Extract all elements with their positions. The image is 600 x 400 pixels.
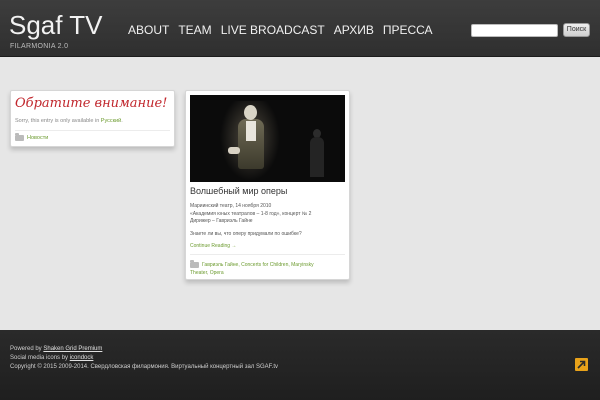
tag-links[interactable]: Theater, Opera [190, 269, 345, 277]
notice-text-end: . [121, 118, 123, 124]
theme-link[interactable]: Shaken Grid Premium [43, 346, 102, 352]
search-button[interactable]: Поиск [563, 23, 590, 37]
post-meta: Мариинский театр, 14 ноября 2010 «Академ… [190, 203, 311, 226]
tag-links[interactable]: Гавриэль Гайне, Concerts for Children, M… [202, 261, 314, 269]
notice-text-main: Sorry, this entry is only available in [15, 118, 101, 124]
post-video-thumbnail[interactable] [190, 95, 345, 182]
divider [15, 130, 170, 131]
icons-prefix: Social media icons by [10, 355, 70, 361]
copyright: Copyright © 2015 2009-2014. Свердловская… [10, 364, 278, 370]
main-nav: ABOUT TEAM LIVE BROADCAST АРХИВ ПРЕССА [128, 22, 442, 38]
background-figure [310, 137, 324, 177]
site-subtitle: FILARMONIA 2.0 [10, 43, 69, 50]
meta-line: Мариинский театр, 14 ноября 2010 [190, 203, 272, 209]
category-link[interactable]: Новости [27, 135, 48, 141]
post-tags: Гавриэль Гайне, Concerts for Children, M… [190, 260, 345, 277]
language-link[interactable]: Русский [101, 118, 121, 124]
post-excerpt: Знаете ли вы, что оперу придумали по оши… [190, 231, 302, 237]
site-title[interactable]: Sgaf TV [9, 11, 102, 39]
meta-line: «Академия юных театралов – 1-8 год», кон… [190, 210, 312, 217]
nav-about[interactable]: ABOUT [128, 22, 169, 38]
tags-row: Гавриэль Гайне, Concerts for Children, M… [190, 260, 345, 269]
nav-live-broadcast[interactable]: LIVE BROADCAST [221, 22, 325, 38]
notice-card: Обратите внимание! Sorry, this entry is … [10, 90, 175, 147]
arrow-up-right-icon [577, 360, 586, 369]
singer-hand [228, 147, 240, 154]
folder-icon [15, 133, 24, 141]
powered-by: Powered by Shaken Grid Premium [10, 346, 102, 352]
singer-shirt [246, 121, 256, 141]
powered-prefix: Powered by [10, 346, 44, 352]
tag-icon [190, 260, 199, 268]
icons-credit: Social media icons by icondock [10, 355, 93, 361]
post-card: Волшебный мир оперы Мариинский театр, 14… [185, 90, 350, 280]
divider [190, 254, 345, 255]
notice-title[interactable]: Обратите внимание! [15, 96, 167, 111]
nav-archive[interactable]: АРХИВ [334, 22, 374, 38]
back-to-top-button[interactable] [575, 358, 588, 371]
site-footer: Powered by Shaken Grid Premium Social me… [0, 330, 600, 400]
category-row: Новости [15, 133, 48, 141]
icondock-link[interactable]: icondock [70, 355, 94, 361]
notice-text: Sorry, this entry is only available in Р… [15, 118, 123, 124]
continue-reading-link[interactable]: Continue Reading → [190, 243, 236, 249]
nav-press[interactable]: ПРЕССА [383, 22, 433, 38]
singer-head [244, 105, 257, 120]
nav-team[interactable]: TEAM [178, 22, 211, 38]
meta-line: Дирижер – Гавриэль Гайне [190, 218, 253, 224]
post-title[interactable]: Волшебный мир оперы [190, 186, 287, 196]
search-input[interactable] [471, 24, 558, 37]
site-header: Sgaf TV FILARMONIA 2.0 ABOUT TEAM LIVE B… [0, 0, 600, 57]
